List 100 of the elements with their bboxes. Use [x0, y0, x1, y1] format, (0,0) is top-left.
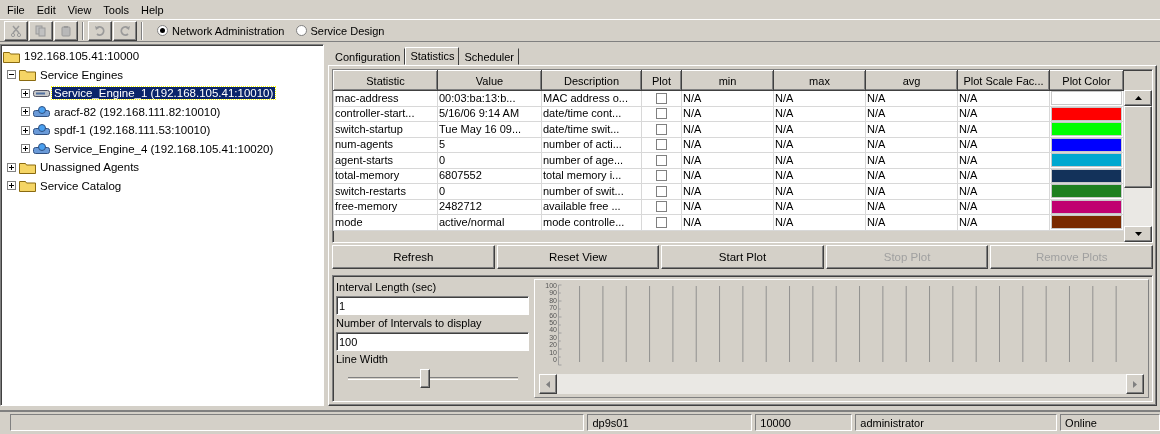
tree-item[interactable]: Service_Engine_4 (192.168.105.41:10020)	[52, 142, 276, 155]
status-field: dp9s01	[587, 414, 753, 431]
expand-toggle[interactable]	[21, 144, 30, 154]
scroll-up-button[interactable]	[1124, 90, 1152, 106]
server-icon	[33, 124, 50, 137]
table-cell: N/A	[773, 90, 866, 106]
scrollbar-thumb[interactable]	[1124, 106, 1152, 188]
expand-toggle[interactable]	[7, 70, 16, 80]
table-cell: N/A	[865, 137, 958, 153]
expand-toggle[interactable]	[21, 125, 30, 135]
menu-item[interactable]: Tools	[99, 2, 134, 17]
table-cell: date/time cont...	[541, 106, 642, 122]
table-cell: N/A	[681, 121, 774, 137]
expand-toggle[interactable]	[21, 88, 30, 98]
checkbox[interactable]	[656, 123, 667, 135]
checkbox[interactable]	[656, 92, 667, 104]
column-header[interactable]: Statistic	[333, 70, 438, 91]
table-cell: mode controlle...	[541, 214, 642, 230]
table-cell: N/A	[957, 199, 1050, 215]
plus-icon	[8, 182, 15, 190]
expand-toggle[interactable]	[7, 181, 16, 191]
folder-icon	[19, 160, 36, 174]
table-cell: N/A	[865, 183, 958, 199]
table-cell: N/A	[957, 121, 1050, 137]
radio-label[interactable]: Network Administration	[172, 24, 285, 37]
tree-item[interactable]: aracf-82 (192.168.111.82:10010)	[52, 105, 223, 118]
color-swatch[interactable]	[1051, 91, 1122, 106]
table-cell: N/A	[681, 183, 774, 199]
expand-toggle[interactable]	[7, 162, 16, 172]
color-swatch[interactable]	[1051, 215, 1122, 230]
column-header[interactable]: Plot Scale Fac...	[957, 70, 1050, 91]
scroll-down-button[interactable]	[1124, 226, 1152, 242]
column-header[interactable]: Plot Color	[1049, 70, 1124, 91]
table-cell: N/A	[773, 199, 866, 215]
menu-item[interactable]: Help	[137, 2, 168, 17]
action-button[interactable]: Refresh	[332, 245, 495, 269]
table-cell: switch-startup	[333, 121, 438, 137]
table-cell: N/A	[865, 90, 958, 106]
scroll-left-button[interactable]	[539, 374, 557, 394]
table-cell: N/A	[865, 152, 958, 168]
down-arrow-icon	[1134, 232, 1142, 236]
table-cell: agent-starts	[333, 152, 438, 168]
table-cell: 2482712	[437, 199, 542, 215]
table-cell: N/A	[681, 214, 774, 230]
table-cell: N/A	[957, 137, 1050, 153]
table-cell: N/A	[957, 214, 1050, 230]
checkbox[interactable]	[656, 139, 667, 151]
color-swatch[interactable]	[1051, 184, 1122, 199]
radio-button[interactable]	[295, 25, 307, 36]
checkbox[interactable]	[656, 108, 667, 120]
color-swatch[interactable]	[1051, 122, 1122, 137]
checkbox[interactable]	[656, 154, 667, 166]
table-cell: number of swit...	[541, 183, 642, 199]
menu-item[interactable]: Edit	[32, 2, 60, 17]
table-cell: N/A	[773, 168, 866, 184]
checkbox[interactable]	[656, 185, 667, 197]
plus-icon	[22, 126, 29, 134]
table-cell: number of acti...	[541, 137, 642, 153]
menu-item[interactable]: View	[63, 2, 96, 17]
table-cell: N/A	[681, 137, 774, 153]
radio-button[interactable]	[157, 25, 168, 36]
expand-toggle[interactable]	[21, 107, 30, 117]
column-header[interactable]: max	[773, 70, 866, 91]
action-button[interactable]: Start Plot	[661, 245, 824, 269]
column-header[interactable]: Value	[437, 70, 542, 91]
input-field[interactable]: 100	[336, 332, 529, 351]
action-button[interactable]: Reset View	[496, 245, 660, 269]
folder-icon	[3, 49, 20, 63]
checkbox[interactable]	[656, 216, 667, 228]
tree-item[interactable]: Service Engines	[38, 68, 126, 81]
folder-icon	[19, 68, 36, 82]
table-cell: N/A	[865, 168, 958, 184]
table-cell: N/A	[773, 121, 866, 137]
checkbox[interactable]	[656, 170, 667, 182]
table-cell: controller-start...	[333, 106, 438, 122]
color-swatch[interactable]	[1051, 153, 1122, 168]
column-header[interactable]: avg	[865, 70, 958, 91]
tree-item[interactable]: Service Catalog	[38, 179, 124, 192]
radio-label[interactable]: Service Design	[310, 24, 385, 37]
column-header[interactable]: min	[681, 70, 774, 91]
tree-item[interactable]: Unassigned Agents	[38, 161, 142, 174]
menu-item[interactable]: File	[3, 2, 29, 17]
tree-item[interactable]: spdf-1 (192.168.111.53:10010)	[52, 124, 213, 137]
tree-item[interactable]: Service_Engine_1 (192.168.105.41:10010)	[52, 87, 276, 100]
checkbox[interactable]	[656, 201, 667, 213]
table-cell: N/A	[681, 90, 774, 106]
column-header[interactable]: Description	[541, 70, 642, 91]
slider-thumb[interactable]	[419, 369, 430, 388]
table-cell: switch-restarts	[333, 183, 438, 199]
table-cell: N/A	[681, 199, 774, 215]
table-cell: total-memory	[333, 168, 438, 184]
table-cell: 5/16/06 9:14 AM	[437, 106, 542, 122]
tree-item[interactable]: 192.168.105.41:10000	[22, 50, 142, 63]
slider[interactable]	[348, 368, 518, 388]
table-cell: N/A	[773, 137, 866, 153]
scroll-right-button[interactable]	[1126, 374, 1144, 394]
column-header[interactable]: Plot	[641, 70, 682, 91]
table-cell: N/A	[681, 106, 774, 122]
table-cell: available free ...	[541, 199, 642, 215]
input-field[interactable]: 1	[336, 296, 529, 315]
